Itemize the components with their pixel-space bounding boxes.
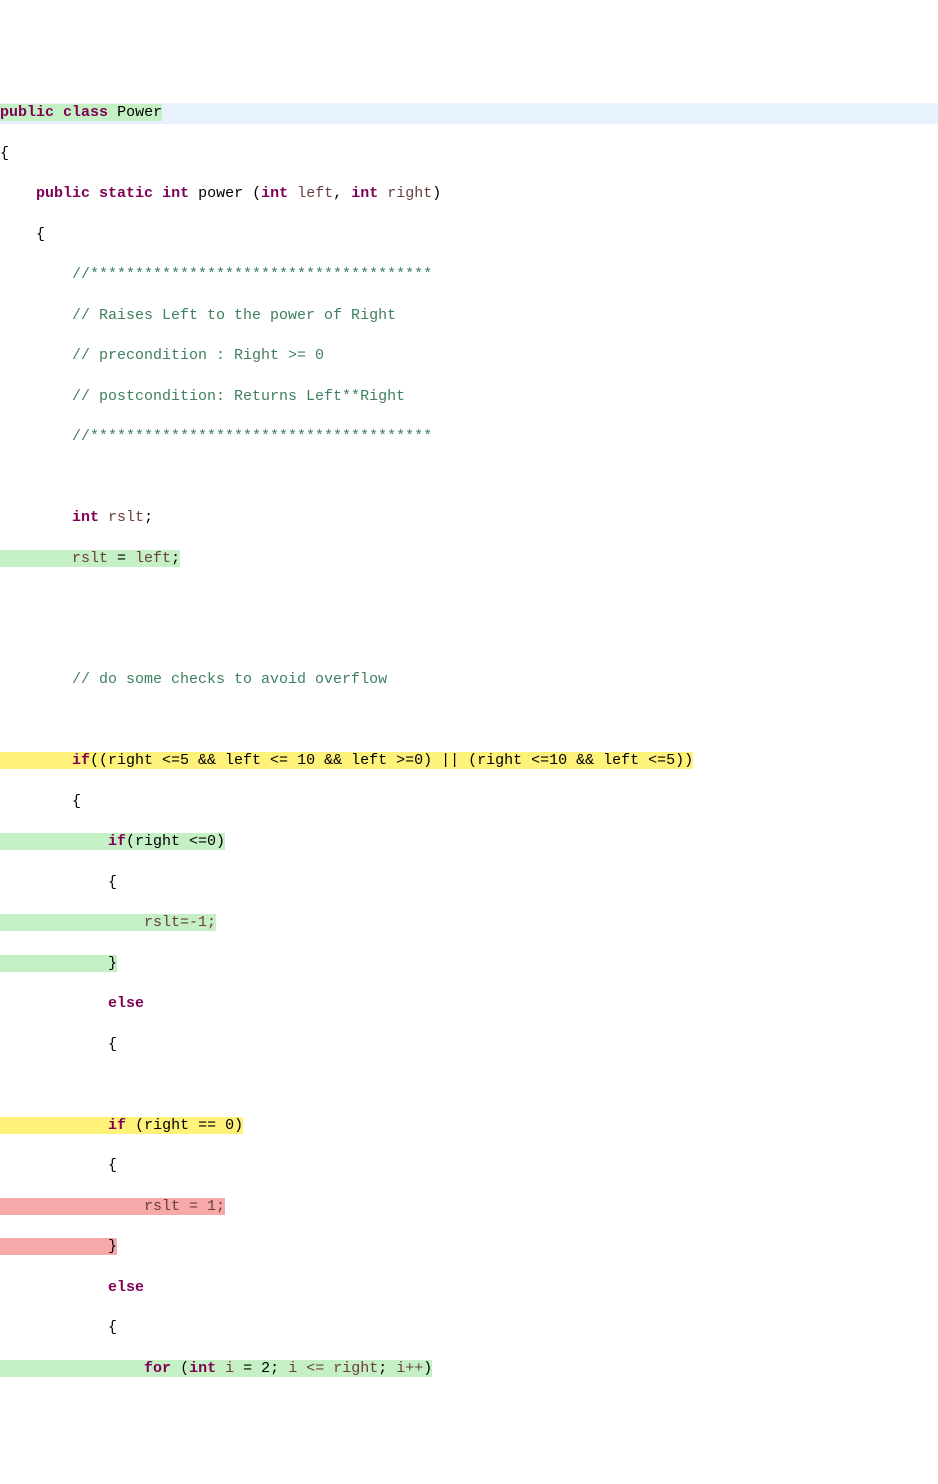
condition-main: ((right <=5 && left <= 10 && left >=0) |… (90, 752, 693, 769)
code-line[interactable]: // precondition : Right >= 0 (0, 346, 938, 366)
literal-2: 2 (261, 1360, 270, 1377)
for-inc: i++ (396, 1360, 423, 1377)
brace-open: { (108, 1036, 117, 1053)
code-line[interactable]: //************************************** (0, 265, 938, 285)
keyword-int: int (72, 509, 99, 526)
brace-close: } (108, 1238, 117, 1255)
brace-open: { (0, 145, 9, 162)
code-line[interactable]: else (0, 1278, 938, 1298)
code-line[interactable]: if(right <=0) (0, 832, 938, 852)
code-line[interactable]: { (0, 873, 938, 893)
code-line[interactable] (0, 630, 938, 650)
code-line[interactable]: { (0, 792, 938, 812)
code-line[interactable]: //************************************** (0, 427, 938, 447)
keyword-if: if (108, 1117, 126, 1134)
code-editor[interactable]: public class Power { public static int p… (0, 81, 938, 1401)
keyword-if: if (108, 833, 126, 850)
var-i: i (225, 1360, 234, 1377)
code-line[interactable]: } (0, 954, 938, 974)
stmt-rslt-neg1: rslt=-1; (144, 914, 216, 931)
code-line[interactable]: { (0, 225, 938, 245)
param-left: left (297, 185, 333, 202)
code-line[interactable]: int rslt; (0, 508, 938, 528)
code-line[interactable]: for (int i = 2; i <= right; i++) (0, 1359, 938, 1379)
code-line[interactable]: { (0, 144, 938, 164)
code-line[interactable] (0, 589, 938, 609)
code-line[interactable]: // postcondition: Returns Left**Right (0, 387, 938, 407)
code-line[interactable]: rslt = left; (0, 549, 938, 569)
comment: // precondition : Right >= 0 (72, 347, 324, 364)
comment: // Raises Left to the power of Right (72, 307, 396, 324)
keyword-public: public (36, 185, 90, 202)
brace-close: } (108, 955, 117, 972)
comment: //************************************** (72, 428, 432, 445)
brace-open: { (72, 793, 81, 810)
keyword-class: class (63, 104, 108, 121)
code-line[interactable] (0, 711, 938, 731)
brace-open: { (108, 1319, 117, 1336)
keyword-public: public (0, 104, 54, 121)
code-line[interactable]: public static int power (int left, int r… (0, 184, 938, 204)
condition-right-le0: (right <=0) (126, 833, 225, 850)
code-line[interactable] (0, 1075, 938, 1095)
code-line[interactable]: { (0, 1035, 938, 1055)
comment: // postcondition: Returns Left**Right (72, 388, 405, 405)
brace-open: { (108, 1157, 117, 1174)
code-line[interactable]: { (0, 1156, 938, 1176)
method-name: power (198, 185, 243, 202)
code-line[interactable]: else (0, 994, 938, 1014)
keyword-static: static (99, 185, 153, 202)
keyword-else: else (108, 1279, 144, 1296)
code-line[interactable]: rslt = 1; (0, 1197, 938, 1217)
code-line[interactable]: // Raises Left to the power of Right (0, 306, 938, 326)
var-rslt: rslt (108, 509, 144, 526)
code-line[interactable]: rslt=-1; (0, 913, 938, 933)
var-rslt: rslt (72, 550, 108, 567)
code-line[interactable] (0, 468, 938, 488)
keyword-else: else (108, 995, 144, 1012)
keyword-int: int (162, 185, 189, 202)
stmt-rslt-1: rslt = 1; (144, 1198, 225, 1215)
code-line[interactable]: if (right == 0) (0, 1116, 938, 1136)
keyword-int: int (351, 185, 378, 202)
code-line[interactable]: } (0, 1237, 938, 1257)
param-right: right (387, 185, 432, 202)
code-line[interactable]: { (0, 1318, 938, 1338)
comment: //************************************** (72, 266, 432, 283)
brace-open: { (108, 874, 117, 891)
keyword-int: int (189, 1360, 216, 1377)
code-line[interactable]: if((right <=5 && left <= 10 && left >=0)… (0, 751, 938, 771)
code-line[interactable]: public class Power (0, 103, 938, 123)
keyword-if: if (72, 752, 90, 769)
condition-right-eq0: (right == 0) (135, 1117, 243, 1134)
brace-open: { (36, 226, 45, 243)
class-name: Power (117, 104, 162, 121)
for-cond: i <= right (288, 1360, 378, 1377)
keyword-int: int (261, 185, 288, 202)
keyword-for: for (144, 1360, 171, 1377)
var-left: left (135, 550, 171, 567)
comment: // do some checks to avoid overflow (72, 671, 387, 688)
code-line[interactable]: // do some checks to avoid overflow (0, 670, 938, 690)
